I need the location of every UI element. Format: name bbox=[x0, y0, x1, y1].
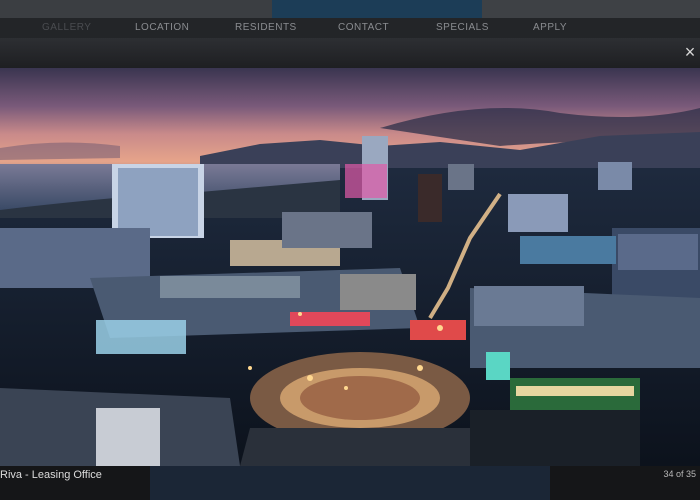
close-button[interactable]: × bbox=[682, 42, 698, 62]
close-icon: × bbox=[684, 42, 696, 62]
header-panel-right bbox=[482, 0, 700, 18]
aerial-city-photo bbox=[0, 68, 700, 466]
photo-counter: 34 of 35 bbox=[663, 469, 696, 479]
nav-item-apply[interactable]: APPLY bbox=[533, 22, 567, 33]
nav-item-contact[interactable]: CONTACT bbox=[338, 22, 389, 33]
photo-caption: Riva - Leasing Office bbox=[0, 469, 102, 481]
caption-bar: Riva - Leasing Office 34 of 35 bbox=[0, 466, 700, 500]
gallery-photo bbox=[0, 68, 700, 466]
nav-item-residents[interactable]: RESIDENTS bbox=[235, 22, 297, 33]
nav-item-specials[interactable]: SPECIALS bbox=[436, 22, 489, 33]
site-header bbox=[0, 0, 700, 18]
caption-background bbox=[150, 466, 550, 500]
header-logo-panel bbox=[272, 0, 482, 18]
nav-item-gallery[interactable]: GALLERY bbox=[42, 22, 91, 33]
dimmed-page-background bbox=[0, 38, 700, 68]
header-panel-left bbox=[0, 0, 272, 18]
nav-item-location[interactable]: LOCATION bbox=[135, 22, 189, 33]
main-nav: GALLERY LOCATION RESIDENTS CONTACT SPECI… bbox=[0, 18, 700, 38]
